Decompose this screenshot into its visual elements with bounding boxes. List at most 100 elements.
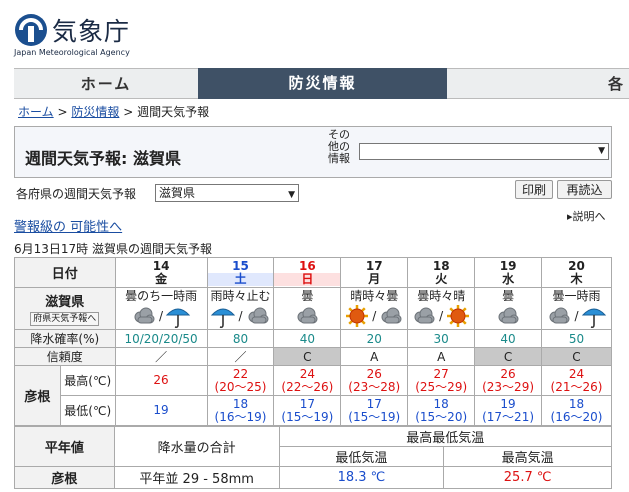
prefecture-select[interactable]: 滋賀県 ▼	[155, 184, 299, 202]
weather-cell: 曇	[474, 287, 542, 330]
date-day: 20	[568, 258, 585, 273]
max-temp-range: (23〜28)	[348, 379, 401, 394]
max-temp-value: 26	[500, 366, 516, 381]
weather-text: 曇	[502, 288, 515, 303]
date-day: 17	[365, 258, 383, 273]
pref-forecast-button[interactable]: 府県天気予報へ	[30, 312, 100, 326]
weather-icons: /	[542, 303, 611, 329]
prefecture-label: 各府県の週間天気予報	[16, 187, 137, 201]
main-nav: ホーム 防災情報 各	[14, 68, 629, 99]
date-weekday: 木	[570, 271, 583, 286]
umbrella-icon	[581, 308, 606, 328]
breadcrumb-bousai[interactable]: 防災情報	[71, 105, 119, 119]
date-cell: 14 金	[114, 257, 208, 288]
alert-possibility-link[interactable]: 警報級の 可能性へ	[14, 216, 122, 235]
cloud-icon	[381, 307, 402, 323]
sun-icon	[346, 304, 369, 327]
max-temp-cell: 24 (21〜26)	[540, 365, 613, 396]
brand-subtitle: Japan Meteorological Agency	[14, 48, 130, 57]
min-temp-value: 19	[153, 403, 169, 417]
weather-cell: 曇	[273, 287, 342, 330]
nav-tab-other[interactable]: 各	[447, 68, 629, 99]
max-temp-value: 24	[568, 366, 585, 381]
date-weekday: 火	[435, 271, 448, 286]
min-temp-label: 最低(℃)	[59, 395, 116, 426]
reliability-value: A	[407, 347, 476, 366]
max-temp-cell: 27 (25〜29)	[407, 365, 476, 396]
jma-logo[interactable]: 気象庁 Japan Meteorological Agency	[14, 10, 174, 60]
region-cell: 滋賀県 府県天気予報へ	[14, 287, 116, 330]
reliability-value: C	[273, 347, 342, 366]
breadcrumb-home[interactable]: ホーム	[18, 105, 54, 119]
weather-icons: /	[408, 303, 474, 329]
date-weekday: 水	[502, 271, 515, 286]
max-temp-range: (21〜26)	[550, 379, 603, 394]
umbrella-icon	[165, 308, 191, 328]
sun-icon	[447, 304, 470, 327]
weekly-forecast-table: 日付 14 金 15 土 16 日 17 月 18 火 19 水 20 木滋賀県 府県天気予報へ 曇のち一時雨 /…	[14, 257, 613, 426]
normals-min-value: 18.3 ℃	[278, 466, 445, 489]
min-temp-value: 17	[299, 396, 315, 411]
weather-cell: 曇のち一時雨 /	[114, 287, 208, 330]
min-temp-value: 18	[433, 396, 449, 411]
weather-cell: 曇時々晴 /	[407, 287, 476, 330]
reload-button[interactable]: 再読込	[557, 180, 612, 199]
min-temp-range: (16〜19)	[214, 409, 267, 424]
weather-icons: /	[341, 303, 407, 329]
min-temp-cell: 18 (16〜20)	[540, 395, 613, 426]
help-link[interactable]: ▸説明へ	[567, 208, 606, 224]
max-temp-range: (20〜25)	[214, 379, 267, 394]
chevron-down-icon: ▼	[288, 190, 295, 200]
date-day: 16	[299, 258, 316, 273]
icon-separator: /	[238, 308, 243, 323]
brand-name: 気象庁	[52, 17, 131, 46]
cloud-icon	[498, 307, 519, 323]
icon-separator: /	[372, 308, 377, 323]
pop-value: 10/20/20/50	[114, 329, 208, 348]
date-day: 14	[152, 258, 170, 273]
normals-city: 彦根	[14, 466, 115, 489]
min-temp-range: (15〜19)	[281, 409, 334, 424]
max-temp-value: 26	[366, 366, 382, 381]
date-header: 日付	[14, 257, 116, 288]
normals-temp-label: 最高最低気温	[278, 426, 613, 447]
min-temp-range: (17〜21)	[482, 409, 535, 424]
weather-icons	[475, 303, 541, 329]
weather-text: 曇一時雨	[552, 288, 601, 303]
help-link-label: 説明へ	[572, 210, 606, 223]
pop-value: 80	[206, 329, 275, 348]
breadcrumb-current: 週間天気予報	[137, 105, 210, 119]
max-temp-cell: 26 (23〜29)	[474, 365, 542, 396]
date-weekday: 月	[368, 271, 381, 286]
weather-icons: /	[208, 303, 274, 329]
min-temp-cell: 18 (15〜20)	[407, 395, 476, 426]
weather-icons: /	[116, 303, 207, 329]
max-temp-range: (23〜29)	[482, 379, 535, 394]
max-temp-value: 22	[232, 366, 249, 381]
cloud-icon	[549, 307, 570, 323]
max-temp-cell: 22 (20〜25)	[206, 365, 275, 396]
normals-table: 平年値 降水量の合計 最高最低気温 最低気温 最高気温 彦根 平年並 29 - …	[14, 426, 613, 489]
print-button[interactable]: 印刷	[515, 180, 553, 199]
pop-value: 50	[540, 329, 613, 348]
weather-cell: 雨時々止む /	[206, 287, 275, 330]
max-temp-range: (25〜29)	[415, 379, 468, 394]
forecast-issued-time: 6月13日17時 滋賀県の週間天気予報	[14, 242, 212, 256]
nav-tab-bousai[interactable]: 防災情報	[198, 68, 447, 99]
cloud-icon	[297, 307, 318, 323]
normals-label: 平年値	[14, 426, 115, 467]
cloud-icon	[134, 307, 155, 323]
pop-value: 40	[474, 329, 542, 348]
pop-label: 降水確率(%)	[14, 329, 116, 348]
breadcrumb-sep: >	[123, 105, 134, 119]
max-temp-cell: 26	[114, 365, 208, 396]
umbrella-icon	[211, 308, 236, 328]
pop-value: 30	[407, 329, 476, 348]
icon-separator: /	[159, 308, 164, 323]
other-info-select[interactable]: ▼	[359, 143, 609, 160]
min-temp-value: 19	[500, 396, 516, 411]
weather-text: 曇時々晴	[417, 288, 466, 303]
nav-tab-home[interactable]: ホーム	[14, 68, 198, 99]
weather-text: 曇	[301, 288, 314, 303]
normals-max-value: 25.7 ℃	[443, 466, 612, 489]
